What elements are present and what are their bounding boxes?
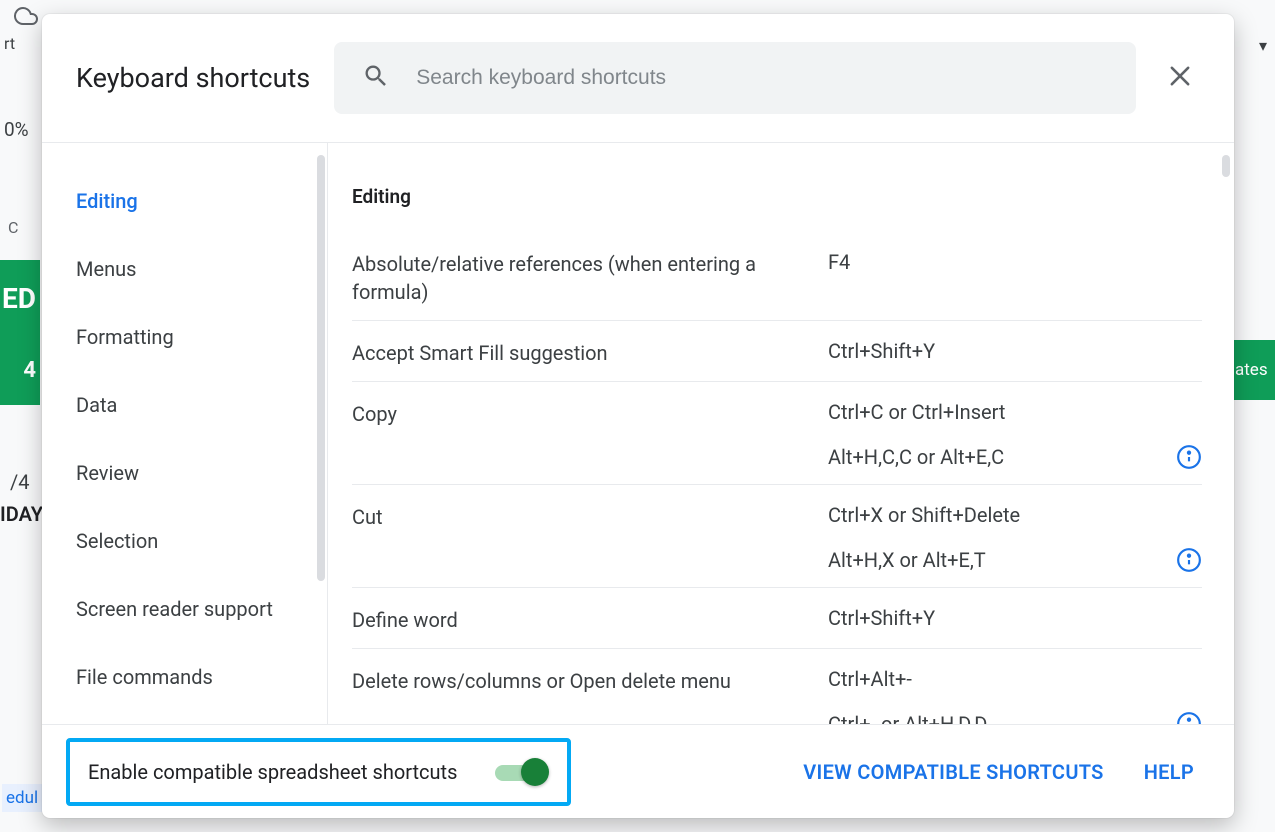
bg-ed: ED bbox=[2, 282, 36, 315]
key-line: Ctrl+C or Ctrl+Insert bbox=[828, 400, 1202, 424]
sidebar-item-menus[interactable]: Menus bbox=[42, 235, 327, 303]
key-text: Alt+H,X or Alt+E,T bbox=[828, 548, 986, 572]
dialog-footer: Enable compatible spreadsheet shortcuts … bbox=[42, 724, 1234, 818]
dialog-body: EditingMenusFormattingDataReviewSelectio… bbox=[42, 143, 1234, 724]
shortcut-description: Accept Smart Fill suggestion bbox=[352, 339, 812, 367]
key-line: Alt+H,C,C or Alt+E,C bbox=[828, 444, 1202, 470]
cloud-icon bbox=[14, 4, 38, 28]
key-text: Ctrl+Shift+Y bbox=[828, 606, 935, 630]
shortcut-row: Absolute/relative references (when enter… bbox=[352, 232, 1202, 321]
key-line: Ctrl+X or Shift+Delete bbox=[828, 503, 1202, 527]
key-line: F4 bbox=[828, 250, 1202, 274]
shortcut-row: Accept Smart Fill suggestion Ctrl+Shift+Y bbox=[352, 321, 1202, 382]
bg-col-c: C bbox=[8, 218, 18, 237]
key-line: Alt+H,X or Alt+E,T bbox=[828, 547, 1202, 573]
bg-day: IDAY bbox=[0, 502, 43, 526]
info-icon[interactable] bbox=[1176, 711, 1202, 724]
sidebar-item-editing[interactable]: Editing bbox=[42, 167, 327, 235]
key-text: Ctrl+C or Ctrl+Insert bbox=[828, 400, 1005, 424]
key-line: Ctrl+Shift+Y bbox=[828, 606, 1202, 630]
sidebar-item-selection[interactable]: Selection bbox=[42, 507, 327, 575]
sidebar-item-review[interactable]: Review bbox=[42, 439, 327, 507]
sidebar-scrollbar[interactable] bbox=[317, 155, 325, 581]
bg-caret: ▾ bbox=[1259, 36, 1267, 55]
search-icon bbox=[362, 62, 390, 94]
close-icon bbox=[1166, 62, 1194, 94]
close-button[interactable] bbox=[1160, 58, 1200, 98]
shortcut-keys: Ctrl+Shift+Y bbox=[828, 606, 1202, 630]
shortcut-keys: Ctrl+X or Shift+Delete Alt+H,X or Alt+E,T bbox=[828, 503, 1202, 573]
bg-green-right: ates bbox=[1233, 340, 1275, 400]
sidebar-item-data[interactable]: Data bbox=[42, 371, 327, 439]
category-sidebar: EditingMenusFormattingDataReviewSelectio… bbox=[42, 143, 328, 724]
shortcut-row: Cut Ctrl+X or Shift+Delete Alt+H,X or Alt+… bbox=[352, 485, 1202, 588]
key-text: Ctrl+- or Alt+H,D,D bbox=[828, 712, 987, 724]
key-text: Alt+H,C,C or Alt+E,C bbox=[828, 445, 1004, 469]
shortcut-keys: Ctrl+C or Ctrl+Insert Alt+H,C,C or Alt+E,… bbox=[828, 400, 1202, 470]
shortcut-description: Cut bbox=[352, 503, 812, 531]
sidebar-item-screen-reader-support[interactable]: Screen reader support bbox=[42, 575, 327, 643]
shortcut-row: Define word Ctrl+Shift+Y bbox=[352, 588, 1202, 649]
shortcut-keys: F4 bbox=[828, 250, 1202, 274]
info-icon[interactable] bbox=[1176, 547, 1202, 573]
bg-green-block: ED 4 bbox=[0, 260, 40, 405]
enable-shortcuts-label: Enable compatible spreadsheet shortcuts bbox=[88, 760, 457, 784]
help-link[interactable]: HELP bbox=[1144, 760, 1194, 784]
shortcut-row: Copy Ctrl+C or Ctrl+Insert Alt+H,C,C or Al… bbox=[352, 382, 1202, 485]
dialog-title: Keyboard shortcuts bbox=[76, 62, 310, 94]
bg-sheet-tab: edul bbox=[2, 784, 42, 812]
bg-four: 4 bbox=[23, 358, 36, 383]
bg-date: /4 bbox=[10, 470, 30, 494]
shortcut-keys: Ctrl+Alt+- Ctrl+- or Alt+H,D,D bbox=[828, 667, 1202, 724]
shortcut-row: Delete rows/columns or Open delete menu C… bbox=[352, 649, 1202, 724]
shortcut-keys: Ctrl+Shift+Y bbox=[828, 339, 1202, 363]
shortcuts-content: Editing Absolute/relative references (wh… bbox=[328, 143, 1234, 724]
bg-percent: 0% bbox=[4, 118, 29, 141]
key-line: Ctrl+Alt+- bbox=[828, 667, 1202, 691]
key-text: Ctrl+X or Shift+Delete bbox=[828, 503, 1020, 527]
sidebar-item-formatting[interactable]: Formatting bbox=[42, 303, 327, 371]
shortcut-description: Delete rows/columns or Open delete menu bbox=[352, 667, 812, 695]
key-line: Ctrl+- or Alt+H,D,D bbox=[828, 711, 1202, 724]
key-text: F4 bbox=[828, 250, 850, 274]
info-icon[interactable] bbox=[1176, 444, 1202, 470]
content-scrollbar[interactable] bbox=[1222, 155, 1230, 177]
shortcut-description: Absolute/relative references (when enter… bbox=[352, 250, 812, 306]
search-input[interactable] bbox=[416, 66, 1108, 90]
view-compatible-link[interactable]: VIEW COMPATIBLE SHORTCUTS bbox=[803, 760, 1103, 784]
keyboard-shortcuts-dialog: Keyboard shortcuts EditingMenusFormattin… bbox=[42, 14, 1234, 818]
key-text: Ctrl+Alt+- bbox=[828, 667, 912, 691]
shortcut-description: Copy bbox=[352, 400, 812, 428]
enable-shortcuts-toggle[interactable] bbox=[495, 758, 549, 786]
search-container[interactable] bbox=[334, 42, 1136, 114]
section-title: Editing bbox=[352, 173, 1202, 232]
shortcut-description: Define word bbox=[352, 606, 812, 634]
toggle-thumb bbox=[521, 758, 549, 786]
bg-text: rt bbox=[4, 34, 15, 53]
sidebar-item-file-commands[interactable]: File commands bbox=[42, 643, 327, 711]
enable-shortcuts-highlight: Enable compatible spreadsheet shortcuts bbox=[66, 738, 571, 806]
key-text: Ctrl+Shift+Y bbox=[828, 339, 935, 363]
dialog-header: Keyboard shortcuts bbox=[42, 14, 1234, 143]
key-line: Ctrl+Shift+Y bbox=[828, 339, 1202, 363]
